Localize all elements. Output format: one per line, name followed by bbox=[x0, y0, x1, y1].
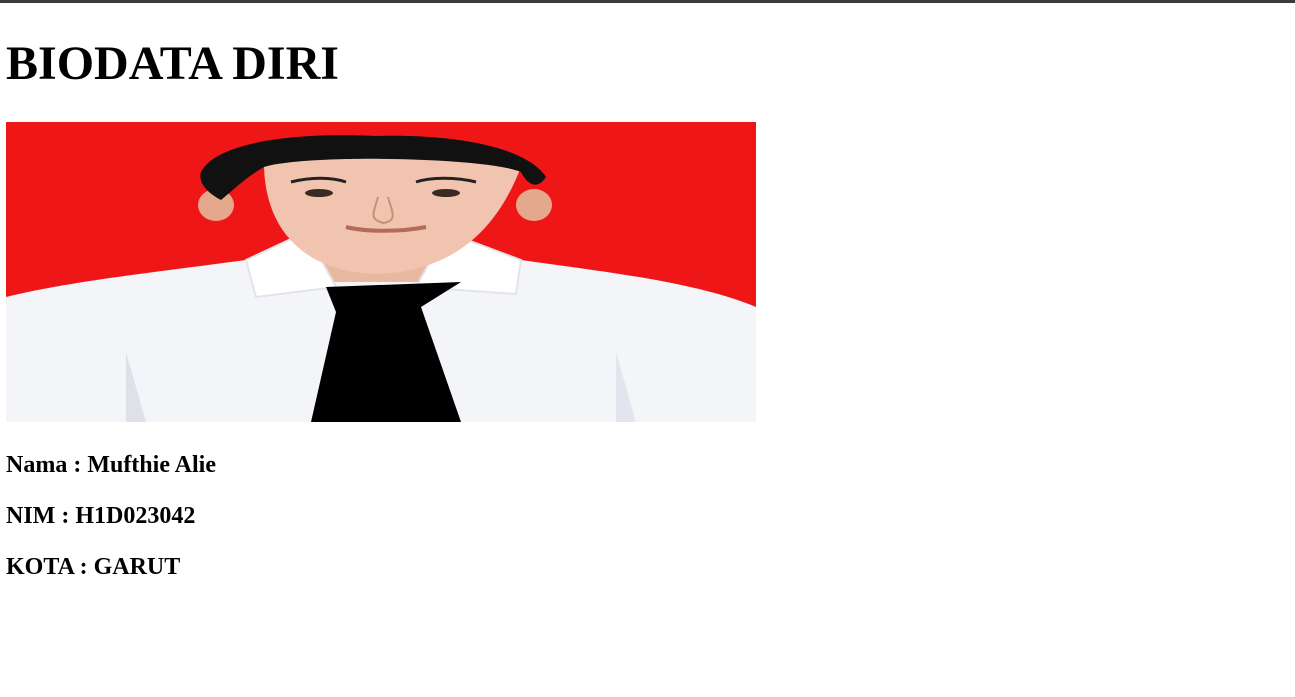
profile-photo bbox=[6, 122, 756, 422]
kota-field: KOTA : GARUT bbox=[6, 554, 181, 580]
nim-field: NIM : H1D023042 bbox=[6, 503, 196, 529]
name-field: Nama : Mufthie Alie bbox=[6, 452, 216, 478]
page-title: BIODATA DIRI bbox=[6, 37, 339, 90]
browser-top-border bbox=[0, 0, 1295, 3]
